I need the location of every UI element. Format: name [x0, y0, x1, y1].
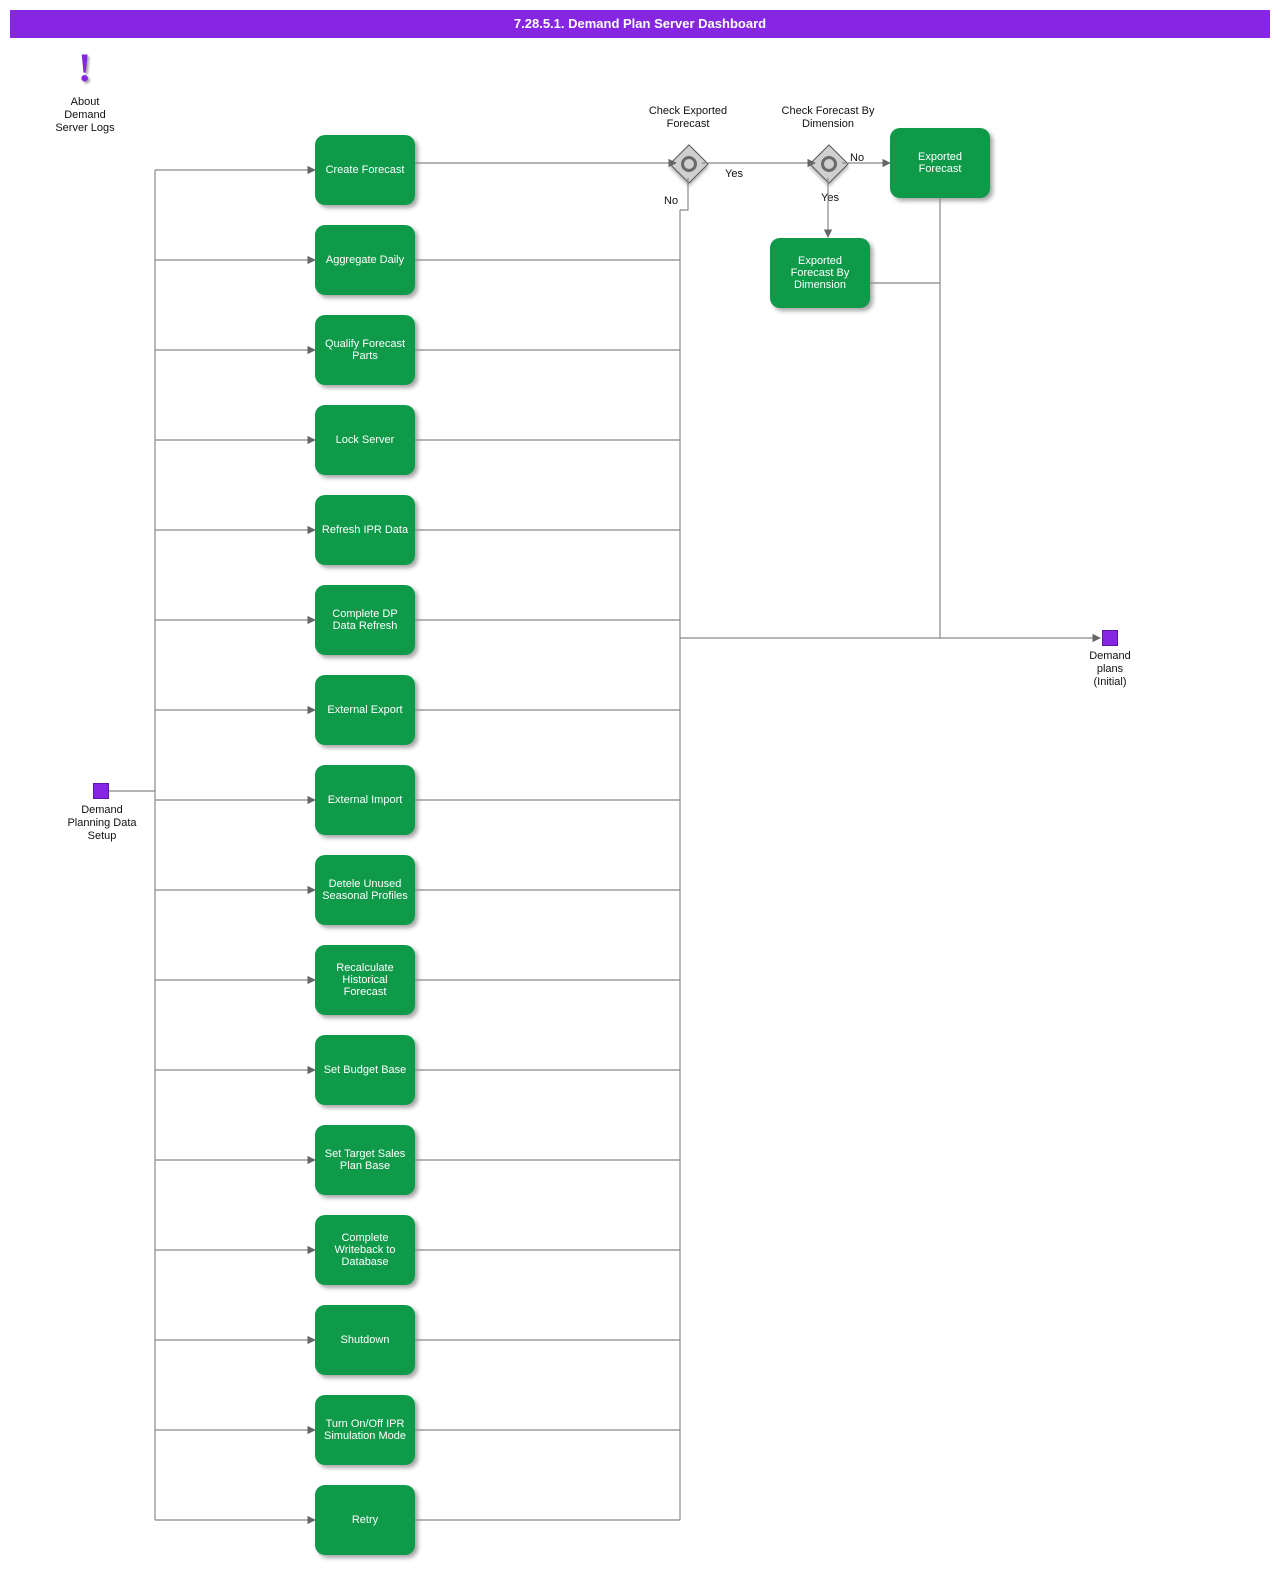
- activity-recalc-historical-forecast[interactable]: Recalculate Historical Forecast: [315, 945, 415, 1015]
- activity-complete-dp-data-refresh[interactable]: Complete DP Data Refresh: [315, 585, 415, 655]
- activity-refresh-ipr-data[interactable]: Refresh IPR Data: [315, 495, 415, 565]
- activity-exported-forecast-by-dimension[interactable]: Exported Forecast By Dimension: [770, 238, 870, 308]
- activity-set-target-sales-plan-base[interactable]: Set Target Sales Plan Base: [315, 1125, 415, 1195]
- activity-create-forecast[interactable]: Create Forecast: [315, 135, 415, 205]
- gateway-check-exported-forecast[interactable]: [669, 144, 709, 184]
- edge-label-g2-no: No: [850, 152, 864, 164]
- activity-set-budget-base[interactable]: Set Budget Base: [315, 1035, 415, 1105]
- warning-icon: !: [78, 50, 91, 86]
- gateway2-label: Check Forecast By Dimension: [778, 105, 878, 131]
- activity-external-export[interactable]: External Export: [315, 675, 415, 745]
- activity-toggle-ipr-simulation[interactable]: Turn On/Off IPR Simulation Mode: [315, 1395, 415, 1465]
- activity-external-import[interactable]: External Import: [315, 765, 415, 835]
- activity-complete-writeback[interactable]: Complete Writeback to Database: [315, 1215, 415, 1285]
- end-label: Demand plans (Initial): [1080, 650, 1140, 689]
- activity-shutdown[interactable]: Shutdown: [315, 1305, 415, 1375]
- activity-aggregate-daily[interactable]: Aggregate Daily: [315, 225, 415, 295]
- activity-retry[interactable]: Retry: [315, 1485, 415, 1555]
- activity-delete-unused-seasonal-profiles[interactable]: Detele Unused Seasonal Profiles: [315, 855, 415, 925]
- page-title: 7.28.5.1. Demand Plan Server Dashboard: [10, 10, 1270, 38]
- flow-lines: .ln { stroke:#888888; stroke-width:1.2; …: [0, 0, 1280, 1570]
- edge-label-g1-no: No: [664, 195, 678, 207]
- edge-label-g1-yes: Yes: [725, 168, 743, 180]
- about-label: About Demand Server Logs: [50, 96, 120, 135]
- activity-exported-forecast[interactable]: Exported Forecast: [890, 128, 990, 198]
- gateway-check-forecast-by-dimension[interactable]: [809, 144, 849, 184]
- gateway1-label: Check Exported Forecast: [648, 105, 728, 131]
- start-node[interactable]: [93, 783, 109, 799]
- edge-label-g2-yes: Yes: [821, 192, 839, 204]
- end-node[interactable]: [1102, 630, 1118, 646]
- activity-lock-server[interactable]: Lock Server: [315, 405, 415, 475]
- activity-qualify-forecast-parts[interactable]: Qualify Forecast Parts: [315, 315, 415, 385]
- start-label: Demand Planning Data Setup: [67, 804, 137, 843]
